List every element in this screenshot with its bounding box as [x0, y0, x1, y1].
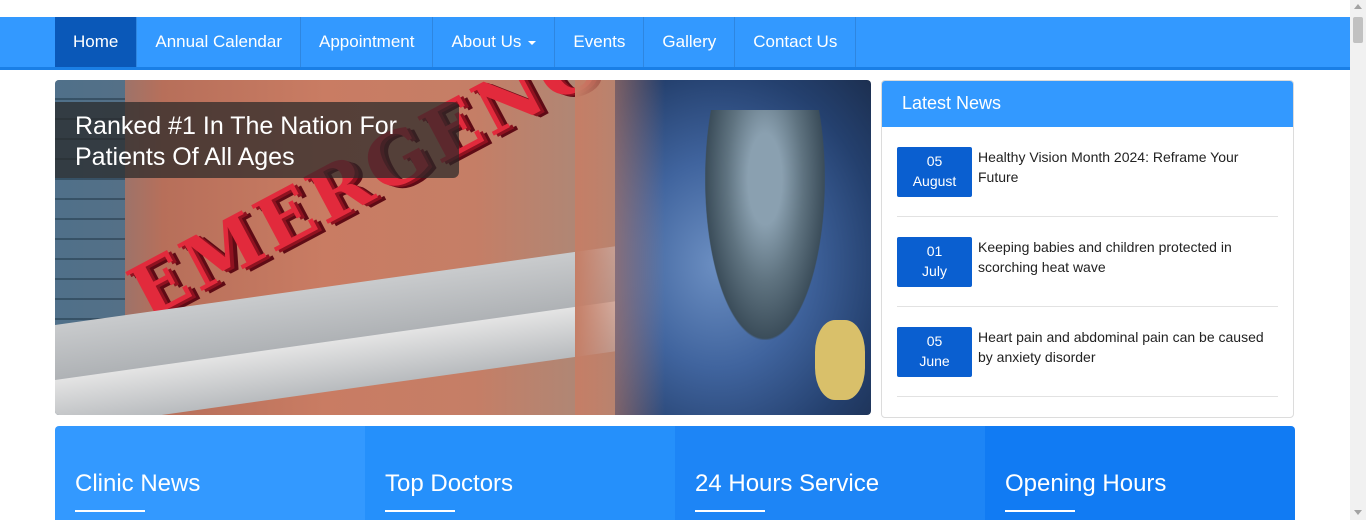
- nav-label: Events: [573, 32, 626, 51]
- news-date-badge: 01 July: [897, 237, 972, 287]
- hero-slider[interactable]: EMERGENCY Ranked #1 In The Nation For Pa…: [55, 80, 871, 415]
- feature-24-hours-service[interactable]: 24 Hours Service: [675, 426, 985, 520]
- nav-item-contact-us[interactable]: Contact Us: [735, 17, 857, 67]
- nav-item-home[interactable]: Home: [55, 17, 138, 67]
- nav-item-gallery[interactable]: Gallery: [644, 17, 736, 67]
- news-day: 05: [926, 153, 943, 169]
- news-headline-link[interactable]: Healthy Vision Month 2024: Reframe Your …: [978, 147, 1278, 197]
- nav-item-events[interactable]: Events: [555, 17, 645, 67]
- news-date-badge: 05 June: [897, 327, 972, 377]
- feature-opening-hours[interactable]: Opening Hours: [985, 426, 1295, 520]
- nav-list: Home Annual Calendar Appointment About U…: [55, 17, 857, 67]
- news-month: July: [922, 263, 947, 279]
- feature-title: 24 Hours Service: [695, 470, 880, 497]
- feature-underline: [695, 510, 765, 512]
- nav-label: Home: [73, 32, 119, 51]
- news-item[interactable]: 05 August Healthy Vision Month 2024: Ref…: [897, 127, 1278, 217]
- surgeon-figure: [705, 110, 825, 340]
- feature-title: Opening Hours: [1005, 470, 1167, 497]
- news-day: 01: [926, 243, 943, 259]
- feature-underline: [1005, 510, 1075, 512]
- news-headline-link[interactable]: Heart pain and abdominal pain can be cau…: [978, 327, 1278, 377]
- top-strip: [0, 0, 1350, 17]
- news-date-badge: 05 August: [897, 147, 972, 197]
- nav-item-annual-calendar[interactable]: Annual Calendar: [137, 17, 302, 67]
- nav-label: Contact Us: [753, 32, 838, 51]
- nav-label: About Us: [451, 32, 522, 51]
- caret-down-icon: [528, 41, 537, 45]
- feature-title: Clinic News: [75, 470, 201, 497]
- news-month: June: [919, 353, 950, 369]
- hero-caption-line-1: Ranked #1 In The Nation For: [75, 112, 397, 140]
- surgeon-gloves: [815, 320, 865, 400]
- hero-image-blend: [575, 80, 665, 415]
- feature-clinic-news[interactable]: Clinic News: [55, 426, 365, 520]
- nav-item-about-us[interactable]: About Us: [433, 17, 556, 67]
- news-item[interactable]: 01 July Keeping babies and children prot…: [897, 217, 1278, 307]
- news-month: August: [912, 173, 957, 189]
- feature-title: Top Doctors: [385, 470, 514, 497]
- nav-label: Annual Calendar: [155, 32, 283, 51]
- nav-item-appointment[interactable]: Appointment: [301, 17, 434, 67]
- hero-caption-line-2: Patients Of All Ages: [75, 143, 295, 171]
- scroll-up-arrow-icon[interactable]: [1354, 4, 1362, 9]
- page-scrollbar[interactable]: [1350, 0, 1366, 520]
- latest-news-title: Latest News: [882, 81, 1293, 127]
- scroll-thumb[interactable]: [1353, 17, 1363, 43]
- hero-caption: Ranked #1 In The Nation For Patients Of …: [55, 102, 459, 178]
- feature-underline: [385, 510, 455, 512]
- news-day: 05: [926, 333, 943, 349]
- feature-boxes: Clinic News Top Doctors 24 Hours Service…: [55, 426, 1295, 520]
- nav-label: Gallery: [662, 32, 717, 51]
- nav-label: Appointment: [319, 32, 415, 51]
- latest-news-panel: Latest News 05 August Healthy Vision Mon…: [881, 80, 1294, 418]
- feature-top-doctors[interactable]: Top Doctors: [365, 426, 675, 520]
- news-headline-link[interactable]: Keeping babies and children protected in…: [978, 237, 1278, 287]
- news-item[interactable]: 05 June Heart pain and abdominal pain ca…: [897, 307, 1278, 397]
- main-navbar: Home Annual Calendar Appointment About U…: [0, 17, 1350, 70]
- scroll-down-arrow-icon[interactable]: [1354, 510, 1362, 515]
- news-list: 05 August Healthy Vision Month 2024: Ref…: [882, 127, 1293, 397]
- feature-underline: [75, 510, 145, 512]
